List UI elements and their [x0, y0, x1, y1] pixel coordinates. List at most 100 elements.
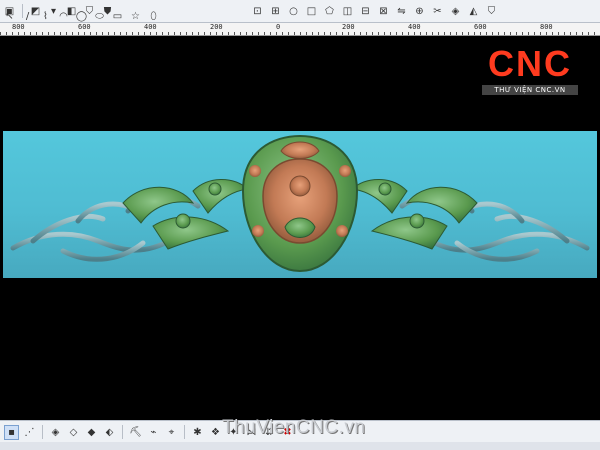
polyline-tool-icon[interactable]: ⌇	[38, 9, 53, 24]
material-tool-icon[interactable]: ❖	[208, 425, 223, 440]
snap-grid-icon[interactable]: ⋰	[22, 425, 37, 440]
central-cartouche	[241, 134, 359, 273]
align-tool-icon[interactable]: ⊟	[358, 4, 373, 19]
ruler-tick	[12, 32, 13, 35]
ruler-tick	[510, 32, 511, 35]
ruler-tick	[210, 32, 211, 35]
ruler-tick	[114, 32, 115, 35]
ruler-tick	[360, 32, 361, 35]
ruler-tick	[594, 32, 595, 35]
ruler-tick	[522, 32, 523, 35]
ruler-tick	[372, 32, 373, 35]
status-strip	[0, 442, 600, 450]
ruler-tick	[72, 32, 73, 35]
ruler-label: 600	[474, 23, 487, 31]
trim-tool-icon[interactable]: ✂	[430, 4, 445, 19]
ruler-label: 800	[12, 23, 25, 31]
view-iso-icon[interactable]: ◈	[48, 425, 63, 440]
ruler-tick	[546, 32, 547, 35]
polygon-tool-icon[interactable]: ⬠	[322, 4, 337, 19]
snap-point-icon[interactable]: ▪	[4, 424, 19, 440]
ruler-tick	[126, 32, 127, 35]
line-tool-icon[interactable]: /	[20, 9, 35, 24]
ruler-tick	[540, 32, 541, 35]
ruler-tick	[588, 32, 589, 35]
view-side-icon[interactable]: ⬖	[102, 425, 117, 440]
ruler-tick	[90, 32, 91, 35]
ruler-tick	[300, 32, 301, 35]
ruler-tick	[96, 32, 97, 35]
ruler-label: 200	[210, 23, 223, 31]
ruler-tick	[192, 32, 193, 35]
right-leaves	[350, 179, 478, 250]
ruler-tick	[102, 32, 103, 35]
square-tool-icon[interactable]: □	[304, 4, 319, 19]
star-draw-icon[interactable]: ☆	[128, 9, 143, 24]
arc-tool-icon[interactable]: ◠	[56, 9, 71, 24]
ruler-tick	[438, 32, 439, 35]
ruler-tick	[384, 32, 385, 35]
ruler-tick	[258, 32, 259, 35]
smooth-tool-icon[interactable]: ⌁	[146, 425, 161, 440]
circle-draw-icon[interactable]: ◯	[74, 9, 89, 24]
weld-tool-icon[interactable]: ⊕	[412, 4, 427, 19]
ruler-tick	[312, 32, 313, 35]
ruler-tick	[462, 32, 463, 35]
ruler-tick	[582, 32, 583, 35]
node-edit-icon[interactable]: ◈	[448, 4, 463, 19]
oval-draw-icon[interactable]: ⬯	[146, 9, 161, 24]
ruler-tick	[306, 32, 307, 35]
shield-tool-icon[interactable]: ⛉	[484, 4, 499, 19]
ruler-tick	[420, 32, 421, 35]
horizontal-ruler: 80060040020002004006008001000	[0, 23, 600, 36]
left-leaves	[122, 179, 250, 250]
ruler-tick	[48, 32, 49, 35]
ruler-tick	[168, 32, 169, 35]
ruler-tick	[468, 32, 469, 35]
vector-group-icon[interactable]: ⊞	[268, 4, 283, 19]
ruler-tick	[498, 32, 499, 35]
ruler-tick	[516, 32, 517, 35]
offset-tool-icon[interactable]: ◫	[340, 4, 355, 19]
ruler-tick	[354, 32, 355, 35]
logo-subtext: THƯ VIỆN CNC.VN	[482, 85, 578, 95]
ruler-tick	[450, 32, 451, 35]
ruler-tick	[342, 32, 343, 35]
ruler-tick	[180, 32, 181, 35]
view-front-icon[interactable]: ◇	[66, 425, 81, 440]
sculpt-tool-icon[interactable]: ⛏	[128, 425, 143, 440]
light-tool-icon[interactable]: ✱	[190, 425, 205, 440]
ruler-label: 600	[78, 23, 91, 31]
rectangle-draw-icon[interactable]: ▭	[110, 9, 125, 24]
ellipse-draw-icon[interactable]: ⬭	[92, 9, 107, 24]
ruler-tick	[30, 32, 31, 35]
ruler-tick	[0, 32, 1, 35]
select-arrow-icon[interactable]: ↖	[2, 9, 17, 24]
view-top-icon[interactable]: ◆	[84, 425, 99, 440]
ruler-tick	[18, 32, 19, 35]
vector-node-icon[interactable]: ⊡	[250, 4, 265, 19]
transform-tool-icon[interactable]: ⊠	[376, 4, 391, 19]
ruler-tick	[78, 32, 79, 35]
ruler-tick	[366, 32, 367, 35]
3d-viewport[interactable]: CNC THƯ VIỆN CNC.VN	[0, 36, 600, 418]
ruler-label: 400	[144, 23, 157, 31]
ruler-tick	[504, 32, 505, 35]
top-toolbar: ▣ ◩ ▾ ◧ ⛉ ⛊ ⊡ ⊞ ○ □ ⬠ ◫ ⊟ ⊠ ⇋ ⊕ ✂ ◈ ◭ ⛉ …	[0, 0, 600, 23]
relief-tool-icon[interactable]: ◭	[466, 4, 481, 19]
measure-tool-icon[interactable]: ⌖	[164, 425, 179, 440]
ruler-label: 0	[276, 23, 281, 31]
ruler-tick	[156, 32, 157, 35]
ruler-tick	[396, 32, 397, 35]
ruler-tick	[480, 32, 481, 35]
toolbar-group-center: ⊡ ⊞ ○ □ ⬠ ◫ ⊟ ⊠ ⇋ ⊕ ✂ ◈ ◭ ⛉	[250, 0, 499, 22]
ruler-tick	[204, 32, 205, 35]
ruler-tick	[36, 32, 37, 35]
ruler-label: 400	[408, 23, 421, 31]
toolbar-separator	[42, 425, 43, 439]
ruler-label: 200	[342, 23, 355, 31]
ruler-tick	[564, 32, 565, 35]
circle-tool-icon[interactable]: ○	[286, 4, 301, 19]
mirror-tool-icon[interactable]: ⇋	[394, 4, 409, 19]
toolbar-separator	[184, 425, 185, 439]
